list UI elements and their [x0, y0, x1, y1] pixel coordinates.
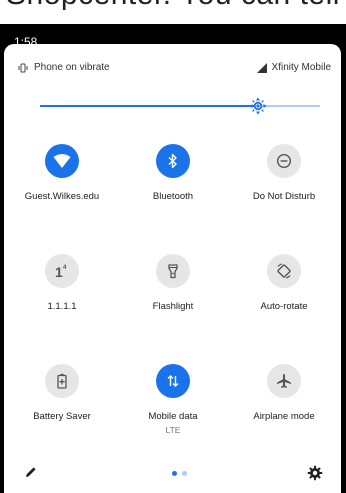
header-row: Phone on vibrate Xfinity Mobile [4, 44, 341, 84]
panel-footer [4, 453, 341, 493]
tile-wifi-label: Guest.Wilkes.edu [24, 191, 100, 202]
brightness-track-remaining [258, 105, 320, 107]
svg-text:4: 4 [63, 265, 67, 271]
tile-bluetooth-circle[interactable] [156, 144, 190, 178]
tile-mobile-data-sublabel: LTE [165, 425, 181, 435]
warp-icon: 1 4 [55, 264, 67, 279]
gear-icon[interactable] [307, 465, 323, 481]
brightness-thumb-icon[interactable] [249, 97, 267, 115]
battery-saver-icon [57, 373, 67, 389]
pencil-icon[interactable] [24, 465, 38, 479]
wifi-icon [53, 154, 71, 168]
tile-battery-saver-circle[interactable] [45, 364, 79, 398]
tile-mobile-data-label: Mobile data [148, 411, 198, 422]
bluetooth-icon [168, 153, 177, 169]
tile-airplane-label: Airplane mode [253, 411, 315, 422]
tile-warp[interactable]: 1 4 1.1.1.1 [7, 254, 117, 354]
tile-airplane-mode[interactable]: Airplane mode [229, 364, 339, 464]
tile-bluetooth-label: Bluetooth [152, 191, 194, 202]
tile-flashlight-circle[interactable] [156, 254, 190, 288]
airplane-icon [277, 374, 291, 388]
top-crop-label: Shopcenter. You can tell that [6, 0, 346, 12]
svg-text:1: 1 [55, 264, 63, 279]
ringer-label: Phone on vibrate [34, 62, 110, 73]
tile-wifi[interactable]: Guest.Wilkes.edu [7, 144, 117, 244]
mobile-data-icon [167, 375, 179, 387]
tile-auto-rotate-circle[interactable] [267, 254, 301, 288]
flashlight-icon [168, 264, 178, 279]
tile-auto-rotate[interactable]: Auto-rotate [229, 254, 339, 354]
tile-dnd-circle[interactable] [267, 144, 301, 178]
tile-mobile-data[interactable]: Mobile data LTE [118, 364, 228, 464]
do-not-disturb-icon [276, 153, 292, 169]
tile-flashlight[interactable]: Flashlight [118, 254, 228, 354]
tile-mobile-data-circle[interactable] [156, 364, 190, 398]
tile-airplane-circle[interactable] [267, 364, 301, 398]
signal-icon [256, 62, 267, 73]
brightness-slider[interactable] [40, 96, 320, 116]
carrier-status: Xfinity Mobile [256, 62, 331, 73]
tile-warp-circle[interactable]: 1 4 [45, 254, 79, 288]
quick-settings-panel: Phone on vibrate Xfinity Mobile Guest.Wi… [4, 44, 341, 493]
top-crop-text: Shopcenter. You can tell that [0, 0, 346, 24]
tile-battery-saver[interactable]: Battery Saver [7, 364, 117, 464]
tile-bluetooth[interactable]: Bluetooth [118, 144, 228, 244]
page-dot-1[interactable] [172, 471, 177, 476]
ringer-status[interactable]: Phone on vibrate [18, 62, 110, 73]
tile-battery-saver-label: Battery Saver [33, 411, 91, 422]
tile-wifi-circle[interactable] [45, 144, 79, 178]
auto-rotate-icon [277, 263, 291, 279]
vibrate-icon [18, 63, 28, 72]
page-dot-2[interactable] [182, 471, 187, 476]
page-indicator[interactable] [172, 471, 187, 476]
tile-warp-label: 1.1.1.1 [47, 301, 77, 312]
carrier-label: Xfinity Mobile [271, 62, 331, 73]
brightness-track-filled [40, 105, 259, 107]
tile-dnd-label: Do Not Disturb [252, 191, 316, 202]
tile-flashlight-label: Flashlight [152, 301, 194, 312]
tile-auto-rotate-label: Auto-rotate [260, 301, 308, 312]
tile-do-not-disturb[interactable]: Do Not Disturb [229, 144, 339, 244]
